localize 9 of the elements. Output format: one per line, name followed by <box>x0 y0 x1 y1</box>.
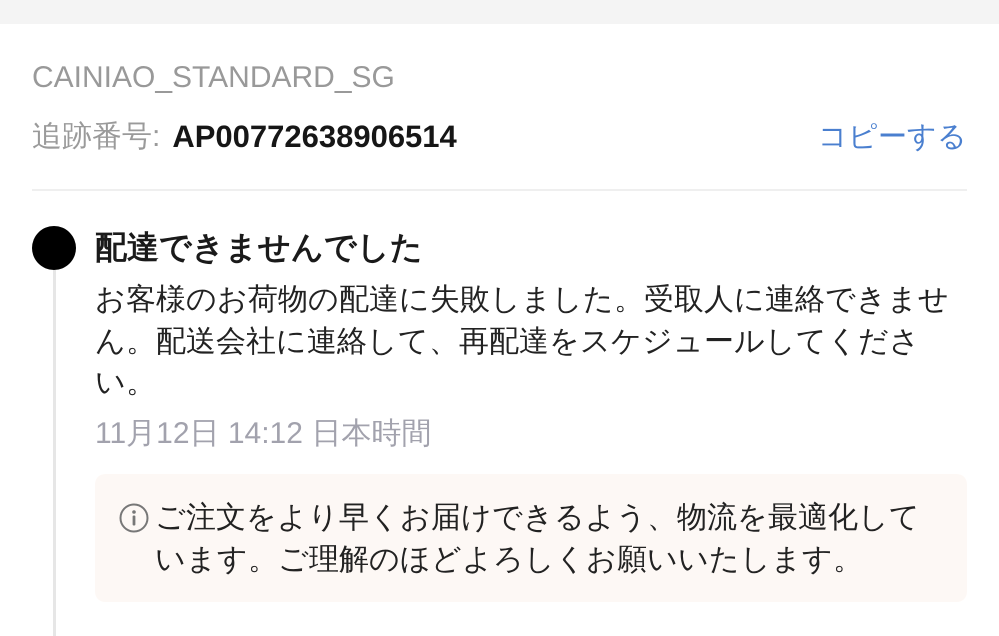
tracking-number: AP00772638906514 <box>172 118 457 156</box>
info-icon <box>119 502 149 532</box>
copy-link[interactable]: コピーする <box>818 117 967 157</box>
event-description: お客様のお荷物の配達に失敗しました。受取人に連絡できません。配送会社に連絡して、再配達をスケジュールしてください。 <box>95 282 950 401</box>
event-time: 11月12日 14:12 日本時間 <box>95 416 432 452</box>
tracking-label: 追跡番号: <box>32 119 160 155</box>
carrier-name: CAINIAO_STANDARD_SG <box>32 60 395 96</box>
notice-text: ご注文をより早くお届けできるよう、物流を最適化しています。ご理解のほどよろしくお願いいたします。 <box>155 500 921 578</box>
event-title: 配達できませんでした <box>95 228 423 267</box>
